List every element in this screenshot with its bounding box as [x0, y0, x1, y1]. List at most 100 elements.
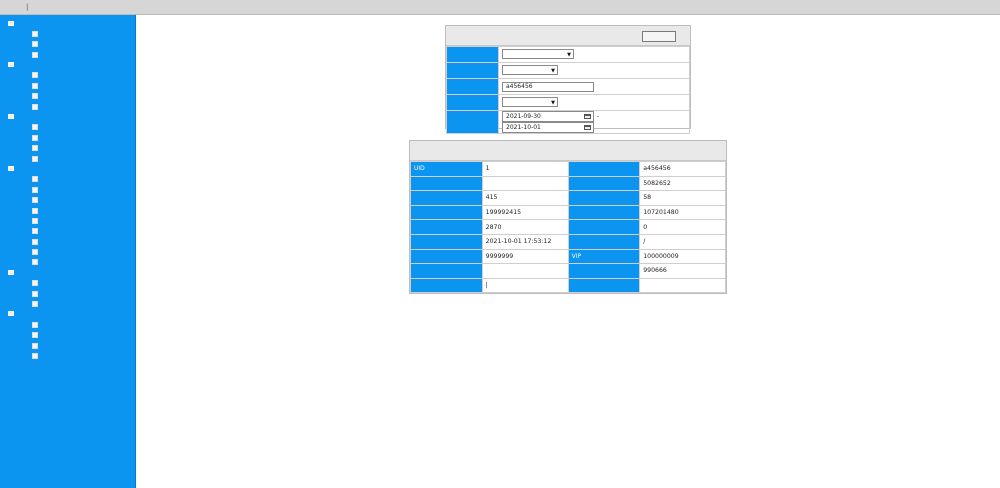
sidebar-item-5-3[interactable]	[0, 351, 135, 361]
sidebar-item-4-1[interactable]	[0, 288, 135, 298]
top-link-separator: |	[26, 3, 29, 11]
page-icon	[32, 51, 38, 58]
attr-label-account	[567, 161, 641, 177]
attr-label-pvp	[410, 248, 483, 265]
player-info-input[interactable]: a456456	[502, 81, 594, 92]
calendar-icon[interactable]	[584, 114, 591, 119]
start-date-input[interactable]: 2021-09-30	[502, 111, 594, 122]
page-icon	[32, 134, 38, 141]
query-panel-header	[446, 26, 690, 46]
attr-label-uid: UID	[410, 161, 483, 177]
sidebar-item-3-0[interactable]	[0, 174, 135, 184]
page-icon	[32, 238, 38, 245]
folder-icon	[8, 311, 14, 317]
folder-icon	[8, 114, 14, 120]
page-icon	[32, 82, 38, 89]
sidebar-group-5[interactable]	[0, 309, 135, 319]
sidebar-item-1-1[interactable]	[0, 80, 135, 90]
server-label	[446, 46, 499, 63]
sidebar-item-2-1[interactable]	[0, 132, 135, 142]
sidebar-group-2[interactable]	[0, 112, 135, 122]
query-row-server: ▼	[446, 46, 690, 63]
attr-label-bound	[410, 219, 483, 235]
sidebar-item-3-1[interactable]	[0, 184, 135, 194]
top-bar: |	[0, 0, 1000, 15]
sidebar-item-0-2[interactable]	[0, 49, 135, 59]
folder-icon	[8, 20, 14, 26]
folder-icon	[8, 62, 14, 68]
attr-value-pvp: 9999999	[481, 248, 569, 265]
sidebar-item-4-2[interactable]	[0, 299, 135, 309]
sidebar-item-2-0[interactable]	[0, 122, 135, 132]
table-row: 5082652	[410, 175, 726, 192]
attr-label-last-login	[567, 233, 641, 250]
sidebar-group-3[interactable]	[0, 163, 135, 173]
sidebar-item-2-3[interactable]	[0, 153, 135, 163]
page-icon	[32, 321, 38, 328]
server-select[interactable]: ▼	[502, 48, 574, 59]
attr-label-level	[567, 190, 641, 206]
chevron-down-icon: ▼	[567, 51, 571, 58]
player-info-cell: a456456	[498, 78, 690, 95]
page-icon	[32, 207, 38, 214]
sidebar-item-4-0[interactable]	[0, 278, 135, 288]
basic-attributes-table: UID 1 a456456 5082652 415 58 199992415 1…	[410, 161, 726, 294]
sidebar-item-3-7[interactable]	[0, 247, 135, 257]
page-icon	[32, 301, 38, 308]
sidebar-item-3-4[interactable]	[0, 215, 135, 225]
method-select[interactable]: ▼	[502, 64, 558, 75]
sidebar-item-3-3[interactable]	[0, 205, 135, 215]
top-links: |	[26, 3, 28, 11]
query-form: ▼ ▼ a456456 ▼ 2021-09-30 -2021-10-01	[446, 46, 690, 134]
query-row-method: ▼	[446, 62, 690, 79]
attr-value-account: a456456	[639, 161, 726, 177]
attr-label-empty	[567, 277, 641, 294]
attr-value-vip: 100000009	[639, 248, 726, 265]
attr-label-gold	[567, 204, 641, 221]
sidebar-item-1-0[interactable]	[0, 70, 135, 80]
content-select[interactable]: ▼	[502, 96, 558, 107]
sidebar-group-0[interactable]	[0, 18, 135, 28]
sidebar-item-0-0[interactable]	[0, 28, 135, 38]
table-row: 415 58	[410, 190, 726, 206]
daterange-label	[446, 110, 499, 134]
attr-label-exp	[567, 175, 641, 192]
sidebar-item-3-6[interactable]	[0, 236, 135, 246]
table-row: 2021-10-01 17:53:12 /	[410, 233, 726, 250]
query-panel: ▼ ▼ a456456 ▼ 2021-09-30 -2021-10-01	[445, 25, 691, 134]
end-date-input[interactable]: 2021-10-01	[502, 122, 594, 133]
query-row-daterange: 2021-09-30 - 2021-10-01	[446, 110, 690, 134]
attr-label-guild	[410, 263, 483, 279]
attr-value-bound: 2870	[481, 219, 569, 235]
sidebar-item-1-2[interactable]	[0, 91, 135, 101]
sidebar-item-2-2[interactable]	[0, 143, 135, 153]
sidebar-item-3-5[interactable]	[0, 226, 135, 236]
page-icon	[32, 353, 38, 359]
sidebar-item-1-3[interactable]	[0, 101, 135, 111]
sidebar-item-5-0[interactable]	[0, 319, 135, 329]
sidebar-item-5-2[interactable]	[0, 340, 135, 350]
sidebar-group-1[interactable]	[0, 60, 135, 70]
sidebar-item-5-1[interactable]	[0, 330, 135, 340]
calendar-icon[interactable]	[584, 125, 591, 130]
page-icon	[32, 259, 38, 266]
sidebar-item-3-2[interactable]	[0, 195, 135, 205]
page-icon	[32, 217, 38, 224]
sidebar-item-3-8[interactable]	[0, 257, 135, 267]
attr-label-vip: VIP	[567, 248, 641, 265]
attr-value-score: 990666	[639, 263, 726, 279]
attr-value-empty	[639, 277, 726, 294]
attr-value-guild	[481, 263, 569, 279]
query-button[interactable]	[642, 31, 676, 42]
sidebar-item-0-1[interactable]	[0, 39, 135, 49]
page-icon	[32, 280, 38, 287]
page-icon	[32, 30, 38, 37]
folder-icon	[8, 269, 14, 275]
attr-value-playtime: 0	[639, 219, 726, 235]
attr-value-uid: 1	[481, 161, 569, 177]
basic-attributes-header	[410, 141, 726, 161]
sidebar-group-4[interactable]	[0, 267, 135, 277]
chevron-down-icon: ▼	[551, 99, 555, 106]
table-row: 2870 0	[410, 219, 726, 235]
content-label	[446, 94, 499, 111]
